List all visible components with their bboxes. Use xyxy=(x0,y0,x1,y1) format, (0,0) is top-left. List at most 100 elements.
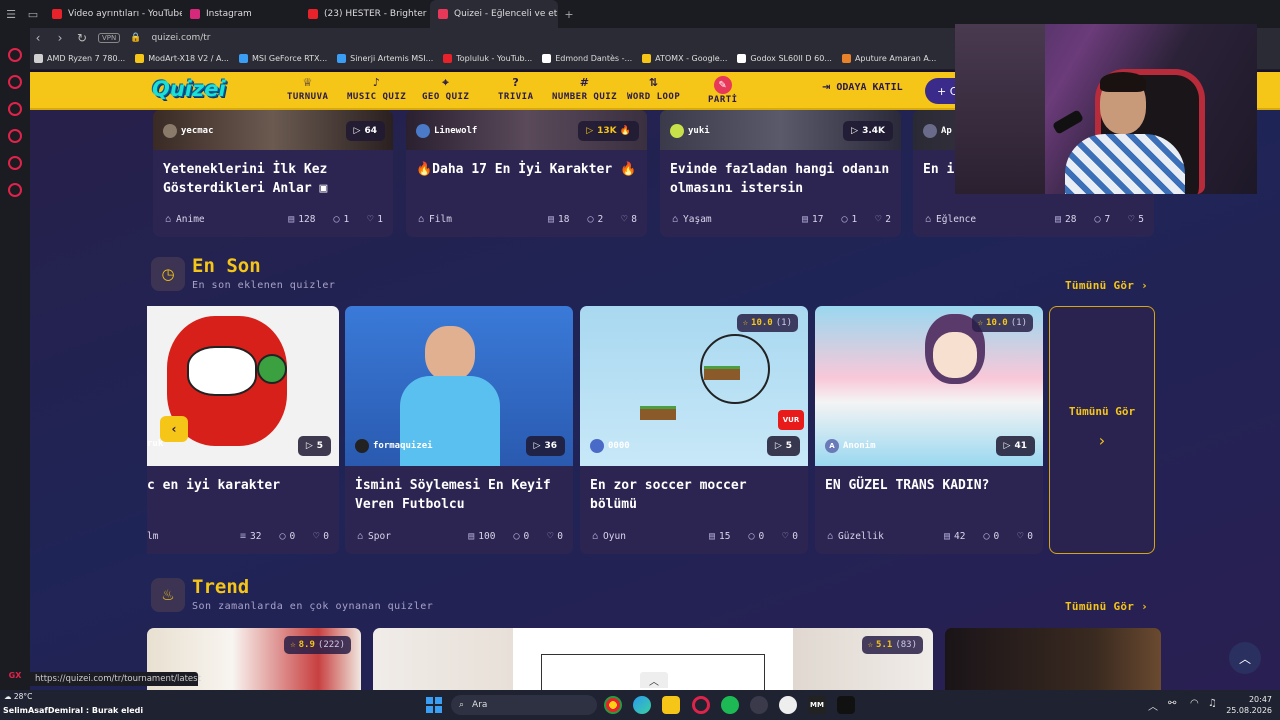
nav-trivia[interactable]: ? TRIVIA xyxy=(498,76,534,102)
chrome-icon[interactable] xyxy=(604,696,622,714)
windows-taskbar: ☁ 28°C SelimAsafDemiral : Burak eledi ⌕ A… xyxy=(0,690,1280,720)
bookmark-item[interactable]: Sinerji Artemis MSI... xyxy=(337,54,433,63)
see-all-trend-link[interactable]: Tümünü Gör › xyxy=(1065,600,1148,613)
trend-card[interactable] xyxy=(945,628,1161,690)
weather-widget[interactable]: ☁ 28°C xyxy=(4,691,32,702)
gx-icon[interactable]: GX xyxy=(9,671,22,680)
quiz-card[interactable]: yuki ▷ 3.4K Evinde fazladan hangi odanın … xyxy=(660,110,901,237)
question-count: ▤ 15 xyxy=(709,531,730,542)
tab-instagram[interactable]: Instagram xyxy=(182,0,300,28)
quiz-author[interactable]: 0000 xyxy=(590,439,630,453)
comment-count-value: 0 xyxy=(993,531,1000,542)
new-tab-button[interactable]: + xyxy=(558,0,580,28)
vpn-badge[interactable]: VPN xyxy=(98,33,121,43)
join-room-button[interactable]: ⇥ ODAYA KATIL xyxy=(822,82,903,93)
app-icon[interactable] xyxy=(837,696,855,714)
obs-icon[interactable] xyxy=(779,696,797,714)
quiz-author[interactable]: Linewolf xyxy=(416,124,477,138)
tab-youtube-details[interactable]: Video ayrıntıları - YouTube xyxy=(44,0,182,28)
quiz-author[interactable]: Ap xyxy=(923,124,952,138)
bookmark-item[interactable]: AMD Ryzen 7 780... xyxy=(34,54,125,63)
quiz-title[interactable]: Yeteneklerini İlk Kez Gösterdikleri Anla… xyxy=(163,160,383,198)
tray-chevron-icon[interactable]: ︿ xyxy=(1148,698,1158,713)
heart-icon: ♡ xyxy=(875,214,882,225)
nav-number-quiz[interactable]: # NUMBER QUIZ xyxy=(552,76,617,102)
steam-icon[interactable] xyxy=(750,696,768,714)
opera-gx-icon[interactable] xyxy=(692,696,710,714)
quiz-author[interactable]: yuki xyxy=(670,124,710,138)
map-pin-icon: ⌖ xyxy=(442,76,450,89)
comment-count-value: 0 xyxy=(758,531,765,542)
tag-icon: ⌂ xyxy=(357,531,364,542)
hash-icon: # xyxy=(579,76,590,89)
quiz-title[interactable]: En zor soccer moccer bölümü xyxy=(590,476,800,514)
spotify-icon[interactable] xyxy=(721,696,739,714)
nav-word-loop[interactable]: ⇅ WORD LOOP xyxy=(627,76,680,102)
taskbar-search[interactable]: ⌕ Ara xyxy=(451,695,597,715)
quiz-title[interactable]: Evinde fazladan hangi odanın olmasını is… xyxy=(670,160,892,198)
windows-start-icon[interactable] xyxy=(426,697,442,713)
wifi-icon[interactable]: ◠ xyxy=(1190,698,1199,709)
mm-app-icon[interactable]: MM xyxy=(808,696,826,714)
clock[interactable]: 20:47 25.08.2026 xyxy=(1226,694,1272,716)
bookmark-item[interactable]: Edmond Dantès -... xyxy=(542,54,632,63)
discount-icon[interactable] xyxy=(8,102,22,116)
sidebar-toggle-icon[interactable]: ☰ xyxy=(0,0,22,28)
site-logo[interactable]: Quizei xyxy=(152,77,226,101)
see-all-latest-link[interactable]: Tümünü Gör › xyxy=(1065,279,1148,292)
like-count-value: 2 xyxy=(885,214,891,225)
edge-icon[interactable] xyxy=(633,696,651,714)
folder-icon[interactable] xyxy=(662,696,680,714)
forward-icon[interactable]: › xyxy=(54,31,66,45)
quiz-title[interactable]: c en iyi karakter xyxy=(147,476,327,495)
like-count-value: 0 xyxy=(557,531,563,542)
quiz-author[interactable]: yecmac xyxy=(163,124,214,138)
quiz-card[interactable]: Linewolf ▷ 13K 🔥 🔥Daha 17 En İyi Karakter… xyxy=(406,110,647,237)
play-count: 41 xyxy=(1014,441,1027,451)
quiz-author[interactable]: formaquizei xyxy=(355,439,433,453)
opera-icon[interactable] xyxy=(8,48,22,62)
volume-icon[interactable]: ♫ xyxy=(1208,698,1217,709)
workspaces-icon[interactable]: ▭ xyxy=(22,0,44,28)
quiz-card[interactable]: ☆ 10.0 (1) A Anonim ▷ 41 EN GÜZEL TRANS KADI… xyxy=(815,306,1043,554)
question-count: ▤ 42 xyxy=(944,531,965,542)
scroll-to-top-button[interactable]: ︿ xyxy=(1229,642,1261,674)
back-icon[interactable]: ‹ xyxy=(32,31,44,45)
question-count: ▤ 28 xyxy=(1055,214,1076,225)
history-icon[interactable] xyxy=(8,156,22,170)
music-icon[interactable] xyxy=(8,129,22,143)
reload-icon[interactable]: ↻ xyxy=(76,31,88,45)
nav-geo-quiz[interactable]: ⌖ GEO QUIZ xyxy=(422,76,469,102)
nav-music-quiz[interactable]: ♪ MUSIC QUIZ xyxy=(347,76,406,102)
settings-icon[interactable] xyxy=(8,183,22,197)
bookmark-item[interactable]: MSI GeForce RTX... xyxy=(238,54,327,63)
quiz-card[interactable]: VUR ☆ 10.0 (1) 0000 ▷ 5 En zor soccer mocce… xyxy=(580,306,808,554)
carousel-prev-button[interactable]: ‹ xyxy=(160,416,188,442)
bookmark-item[interactable]: Godox SL60II D 60... xyxy=(737,54,832,63)
quiz-author[interactable]: A Anonim xyxy=(825,439,876,453)
quiz-card[interactable]: formaquizei ▷ 36 İsmini Söylemesi En Keyi… xyxy=(345,306,573,554)
bookmark-item[interactable]: ATOMX - Google... xyxy=(642,54,727,63)
quiz-author[interactable]: ruk xyxy=(147,439,163,449)
tab-quizei[interactable]: Quizei - Eğlenceli ve etkile ✕ xyxy=(430,0,558,28)
quiz-card[interactable]: yecmac ▷ 64 Yeteneklerini İlk Kez Gösterd… xyxy=(153,110,393,237)
play-icon: ▷ xyxy=(851,126,859,136)
quiz-title[interactable]: İsmini Söylemesi En Keyif Veren Futbolcu xyxy=(355,476,565,514)
quiz-title[interactable]: 🔥Daha 17 En İyi Karakter 🔥 xyxy=(416,160,638,179)
avatar: A xyxy=(825,439,839,453)
author-name: Ap xyxy=(941,126,952,136)
bookmark-item[interactable]: Aputure Amaran A... xyxy=(841,54,936,63)
url-input[interactable]: quizei.com/tr xyxy=(151,33,210,43)
bookmark-item[interactable]: Topluluk - YouTub... xyxy=(443,54,532,63)
network-icon[interactable]: ⚯ xyxy=(1168,698,1176,709)
tab-youtube-hester[interactable]: (23) HESTER - Brighter Da xyxy=(300,0,430,28)
bookmark-item[interactable]: ModArt-X18 V2 / A... xyxy=(135,54,229,63)
messenger-icon[interactable] xyxy=(8,75,22,89)
nav-parti[interactable]: ✎ PARTİ xyxy=(708,76,738,105)
temperature: 28°C xyxy=(13,692,33,701)
youtube-icon xyxy=(52,9,62,19)
see-all-latest-card[interactable]: Tümünü Gör › xyxy=(1049,306,1155,554)
nav-turnuva[interactable]: ♕ TURNUVA xyxy=(287,76,328,102)
quiz-title[interactable]: EN GÜZEL TRANS KADIN? xyxy=(825,476,1035,495)
chevron-up-icon[interactable]: ︿ xyxy=(640,672,668,688)
